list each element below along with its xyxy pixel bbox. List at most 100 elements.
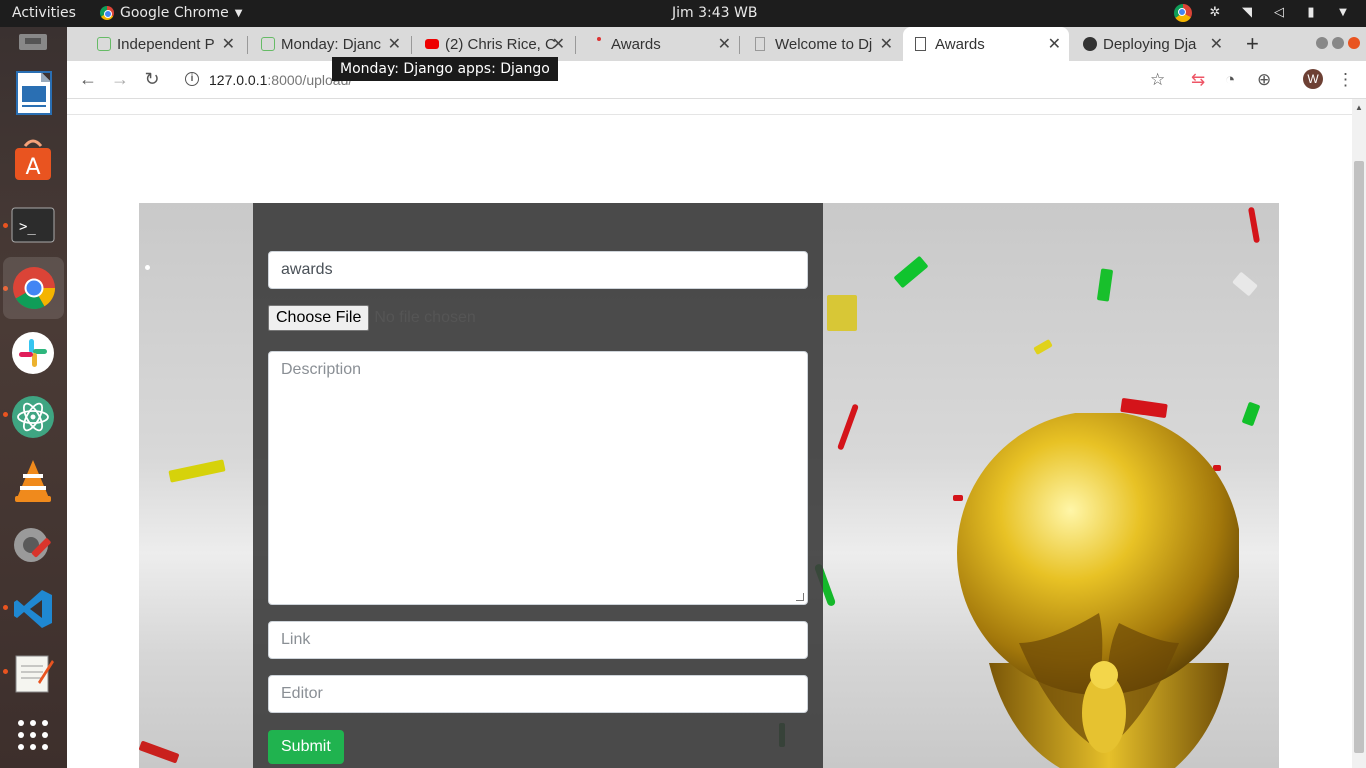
software-center-icon[interactable]: A xyxy=(9,135,57,183)
scroll-up-icon[interactable]: ▲ xyxy=(1355,103,1363,112)
speedometer-icon[interactable]: ◔ xyxy=(1225,70,1235,90)
maximize-icon[interactable] xyxy=(1332,37,1344,49)
vlc-icon[interactable] xyxy=(9,457,57,505)
tab-awards-active[interactable]: Awards ✕ xyxy=(903,27,1069,61)
tab-youtube[interactable]: (2) Chris Rice, C ✕ xyxy=(413,27,573,61)
youtube-icon xyxy=(425,39,439,49)
minimize-icon[interactable] xyxy=(1316,37,1328,49)
address-bar[interactable]: 127.0.0.1:8000/upload/ xyxy=(209,72,352,88)
new-tab-button[interactable]: + xyxy=(1246,31,1259,57)
app-grid-icon[interactable] xyxy=(9,711,57,759)
ubuntu-dock: A >_ xyxy=(0,27,67,768)
choose-file-button[interactable]: Choose File xyxy=(268,305,370,331)
confetti xyxy=(1232,271,1258,297)
battery-icon[interactable]: ▮ xyxy=(1302,4,1320,22)
file-status-label: No file chosen xyxy=(374,309,476,326)
chrome-icon xyxy=(100,6,114,20)
tab-tooltip: Monday: Django apps: Django xyxy=(332,57,558,81)
favicon-icon xyxy=(597,37,601,41)
tab-title: (2) Chris Rice, C xyxy=(445,36,556,53)
close-icon[interactable]: ✕ xyxy=(880,34,893,54)
confetti xyxy=(168,459,226,483)
close-window-icon[interactable] xyxy=(1348,37,1360,49)
atom-icon[interactable] xyxy=(9,393,57,441)
confetti xyxy=(145,265,150,270)
scrollbar-thumb[interactable] xyxy=(1354,161,1364,753)
description-placeholder: Description xyxy=(281,361,362,378)
page-scrollbar[interactable]: ▲ xyxy=(1352,99,1366,768)
volume-icon[interactable]: ◁ xyxy=(1270,4,1288,22)
app-menu[interactable]: Google Chrome ▼ xyxy=(100,5,242,21)
slack-icon[interactable]: ✲ xyxy=(1206,4,1224,22)
confetti xyxy=(893,255,929,289)
vscode-icon[interactable] xyxy=(9,585,57,633)
back-arrow-icon[interactable]: ← xyxy=(77,69,99,90)
running-indicator xyxy=(3,412,8,417)
libreoffice-writer-icon[interactable] xyxy=(9,69,57,117)
trophy-image xyxy=(957,413,1239,768)
menu-dots-icon[interactable]: ⋮ xyxy=(1337,70,1354,90)
tab-welcome-django[interactable]: Welcome to Dj ✕ xyxy=(743,27,901,61)
editor-input[interactable]: Editor xyxy=(268,675,808,713)
extension-icon[interactable]: ⇆ xyxy=(1191,70,1205,90)
resize-handle[interactable] xyxy=(796,593,804,601)
navbar-divider xyxy=(67,114,1352,115)
link-input[interactable]: Link xyxy=(268,621,808,659)
svg-text:A: A xyxy=(25,155,40,180)
tab-deploying-django[interactable]: Deploying Dja ✕ xyxy=(1071,27,1231,61)
github-icon xyxy=(1083,37,1097,51)
avatar[interactable]: W xyxy=(1303,69,1323,89)
settings-icon[interactable] xyxy=(9,521,57,569)
tab-independent[interactable]: Independent P ✕ xyxy=(85,27,243,61)
extension-icon[interactable]: ⊕ xyxy=(1257,70,1271,90)
confetti xyxy=(1247,206,1261,244)
confetti xyxy=(1096,268,1114,302)
tab-title: Deploying Dja xyxy=(1103,36,1197,53)
favicon-icon xyxy=(97,37,111,51)
chevron-down-icon: ▼ xyxy=(234,7,243,19)
title-input[interactable]: awards xyxy=(268,251,808,289)
close-icon[interactable]: ✕ xyxy=(1210,34,1223,54)
slack-icon[interactable] xyxy=(9,329,57,377)
confetti xyxy=(139,740,180,764)
favicon-icon xyxy=(261,37,275,51)
files-icon[interactable] xyxy=(9,29,57,53)
clock[interactable]: Jim 3:43 WB xyxy=(672,5,757,21)
window-controls[interactable] xyxy=(1316,37,1360,49)
tab-awards[interactable]: Awards ✕ xyxy=(579,27,739,61)
forward-arrow-icon[interactable]: → xyxy=(109,69,131,90)
confetti xyxy=(827,295,857,331)
browser-toolbar: ← → ↻ i 127.0.0.1:8000/upload/ ☆ ⇆ ◔ ⊕ W… xyxy=(67,61,1366,99)
tab-title: Awards xyxy=(611,36,661,53)
submit-button[interactable]: Submit xyxy=(268,730,344,764)
svg-text:>_: >_ xyxy=(19,219,36,235)
tab-strip: Independent P ✕ Monday: Djanc ✕ (2) Chri… xyxy=(67,27,1366,61)
close-icon[interactable]: ✕ xyxy=(388,34,401,54)
tab-title: Independent P xyxy=(117,36,215,53)
chrome-icon[interactable] xyxy=(1174,4,1192,22)
upload-form: awards Choose File No file chosen Descri… xyxy=(253,203,823,768)
document-icon xyxy=(755,37,765,51)
activities-button[interactable]: Activities xyxy=(12,5,76,21)
terminal-icon[interactable]: >_ xyxy=(9,201,57,249)
tab-title: Welcome to Dj xyxy=(775,36,873,53)
running-indicator xyxy=(3,223,8,228)
system-tray[interactable]: ✲ ◥ ◁ ▮ ▼ xyxy=(1174,4,1352,22)
confetti xyxy=(1241,401,1261,427)
close-icon[interactable]: ✕ xyxy=(552,34,565,54)
close-icon[interactable]: ✕ xyxy=(222,34,235,54)
reload-icon[interactable]: ↻ xyxy=(141,69,163,90)
tab-monday-django[interactable]: Monday: Djanc ✕ xyxy=(249,27,409,61)
close-icon[interactable]: ✕ xyxy=(718,34,731,54)
close-icon[interactable]: ✕ xyxy=(1048,34,1061,54)
text-editor-icon[interactable] xyxy=(9,649,57,697)
wifi-icon[interactable]: ◥ xyxy=(1238,4,1256,22)
info-icon[interactable]: i xyxy=(185,72,199,86)
chevron-down-icon[interactable]: ▼ xyxy=(1334,4,1352,22)
description-textarea[interactable]: Description xyxy=(268,351,808,605)
bookmark-star-icon[interactable]: ☆ xyxy=(1150,70,1165,90)
confetti xyxy=(1033,339,1053,355)
confetti xyxy=(836,403,860,451)
app-menu-label: Google Chrome xyxy=(120,5,229,21)
chrome-icon[interactable] xyxy=(3,257,64,319)
